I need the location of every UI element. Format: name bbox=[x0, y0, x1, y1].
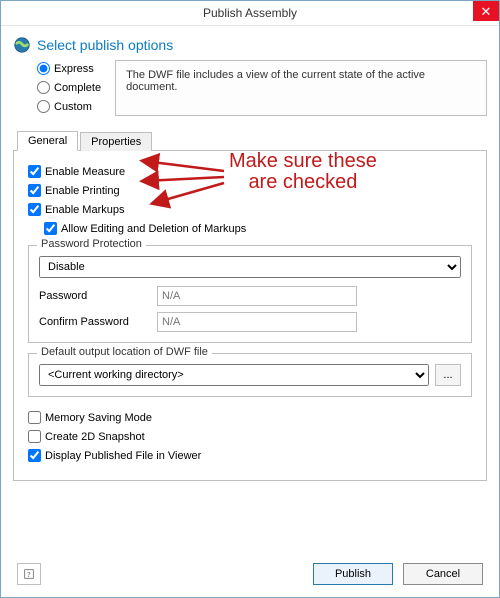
output-location-select[interactable]: <Current working directory> bbox=[39, 364, 429, 386]
tab-strip: General Properties bbox=[13, 130, 487, 151]
check-enable-printing-input[interactable] bbox=[28, 184, 41, 197]
cancel-button[interactable]: Cancel bbox=[403, 563, 483, 585]
output-location-group: Default output location of DWF file <Cur… bbox=[28, 353, 472, 397]
tab-general-label: General bbox=[28, 135, 67, 147]
output-location-legend: Default output location of DWF file bbox=[37, 346, 212, 358]
tab-properties[interactable]: Properties bbox=[80, 132, 152, 151]
publish-type-row: Express Complete Custom The DWF file inc… bbox=[37, 60, 487, 116]
check-create-snapshot-label: Create 2D Snapshot bbox=[45, 431, 145, 443]
close-button[interactable]: ✕ bbox=[473, 1, 499, 21]
radio-complete-label: Complete bbox=[54, 82, 101, 94]
check-memory-saving-input[interactable] bbox=[28, 411, 41, 424]
radio-complete-input[interactable] bbox=[37, 81, 50, 94]
check-memory-saving-label: Memory Saving Mode bbox=[45, 412, 152, 424]
check-display-in-viewer[interactable]: Display Published File in Viewer bbox=[28, 449, 472, 462]
globe-icon bbox=[13, 36, 31, 54]
tab-general[interactable]: General bbox=[17, 131, 78, 151]
radio-custom[interactable]: Custom bbox=[37, 100, 101, 113]
window-title: Publish Assembly bbox=[203, 6, 297, 20]
help-button[interactable]: ? bbox=[17, 563, 41, 585]
browse-button[interactable]: ... bbox=[435, 364, 461, 386]
header-title: Select publish options bbox=[37, 37, 173, 53]
radio-complete[interactable]: Complete bbox=[37, 81, 101, 94]
help-icon: ? bbox=[24, 567, 34, 581]
check-allow-edit-markups[interactable]: Allow Editing and Deletion of Markups bbox=[44, 222, 472, 235]
radio-express[interactable]: Express bbox=[37, 62, 101, 75]
check-enable-markups-input[interactable] bbox=[28, 203, 41, 216]
check-enable-measure[interactable]: Enable Measure bbox=[28, 165, 472, 178]
check-enable-printing[interactable]: Enable Printing bbox=[28, 184, 472, 197]
tab-properties-label: Properties bbox=[91, 136, 141, 148]
check-display-in-viewer-label: Display Published File in Viewer bbox=[45, 450, 201, 462]
password-protection-group: Password Protection Disable Password Con… bbox=[28, 245, 472, 343]
bottom-checks: Memory Saving Mode Create 2D Snapshot Di… bbox=[28, 411, 472, 462]
publish-type-radios: Express Complete Custom bbox=[37, 60, 101, 115]
publish-button[interactable]: Publish bbox=[313, 563, 393, 585]
radio-express-input[interactable] bbox=[37, 62, 50, 75]
close-icon: ✕ bbox=[481, 5, 492, 18]
check-allow-edit-markups-label: Allow Editing and Deletion of Markups bbox=[61, 223, 246, 235]
titlebar: Publish Assembly ✕ bbox=[1, 1, 499, 26]
check-enable-measure-input[interactable] bbox=[28, 165, 41, 178]
svg-text:?: ? bbox=[27, 571, 30, 579]
check-display-in-viewer-input[interactable] bbox=[28, 449, 41, 462]
check-enable-measure-label: Enable Measure bbox=[45, 166, 125, 178]
section-header: Select publish options bbox=[13, 36, 487, 54]
password-label: Password bbox=[39, 290, 149, 302]
check-enable-printing-label: Enable Printing bbox=[45, 185, 120, 197]
check-enable-markups[interactable]: Enable Markups bbox=[28, 203, 472, 216]
password-input bbox=[157, 286, 357, 306]
password-protection-legend: Password Protection bbox=[37, 238, 146, 250]
radio-custom-input[interactable] bbox=[37, 100, 50, 113]
dialog-button-row: Publish Cancel bbox=[313, 563, 483, 585]
publish-assembly-dialog: Publish Assembly ✕ Select publish option… bbox=[0, 0, 500, 598]
dialog-body: Select publish options Express Complete … bbox=[1, 26, 499, 491]
radio-express-label: Express bbox=[54, 63, 94, 75]
check-create-snapshot-input[interactable] bbox=[28, 430, 41, 443]
check-memory-saving[interactable]: Memory Saving Mode bbox=[28, 411, 472, 424]
confirm-password-input bbox=[157, 312, 357, 332]
check-enable-markups-label: Enable Markups bbox=[45, 204, 125, 216]
confirm-password-label: Confirm Password bbox=[39, 316, 149, 328]
password-protection-select[interactable]: Disable bbox=[39, 256, 461, 278]
description-box: The DWF file includes a view of the curr… bbox=[115, 60, 487, 116]
radio-custom-label: Custom bbox=[54, 101, 92, 113]
check-create-snapshot[interactable]: Create 2D Snapshot bbox=[28, 430, 472, 443]
tab-panel-general: Enable Measure Enable Printing Enable Ma… bbox=[13, 151, 487, 481]
check-allow-edit-markups-input[interactable] bbox=[44, 222, 57, 235]
